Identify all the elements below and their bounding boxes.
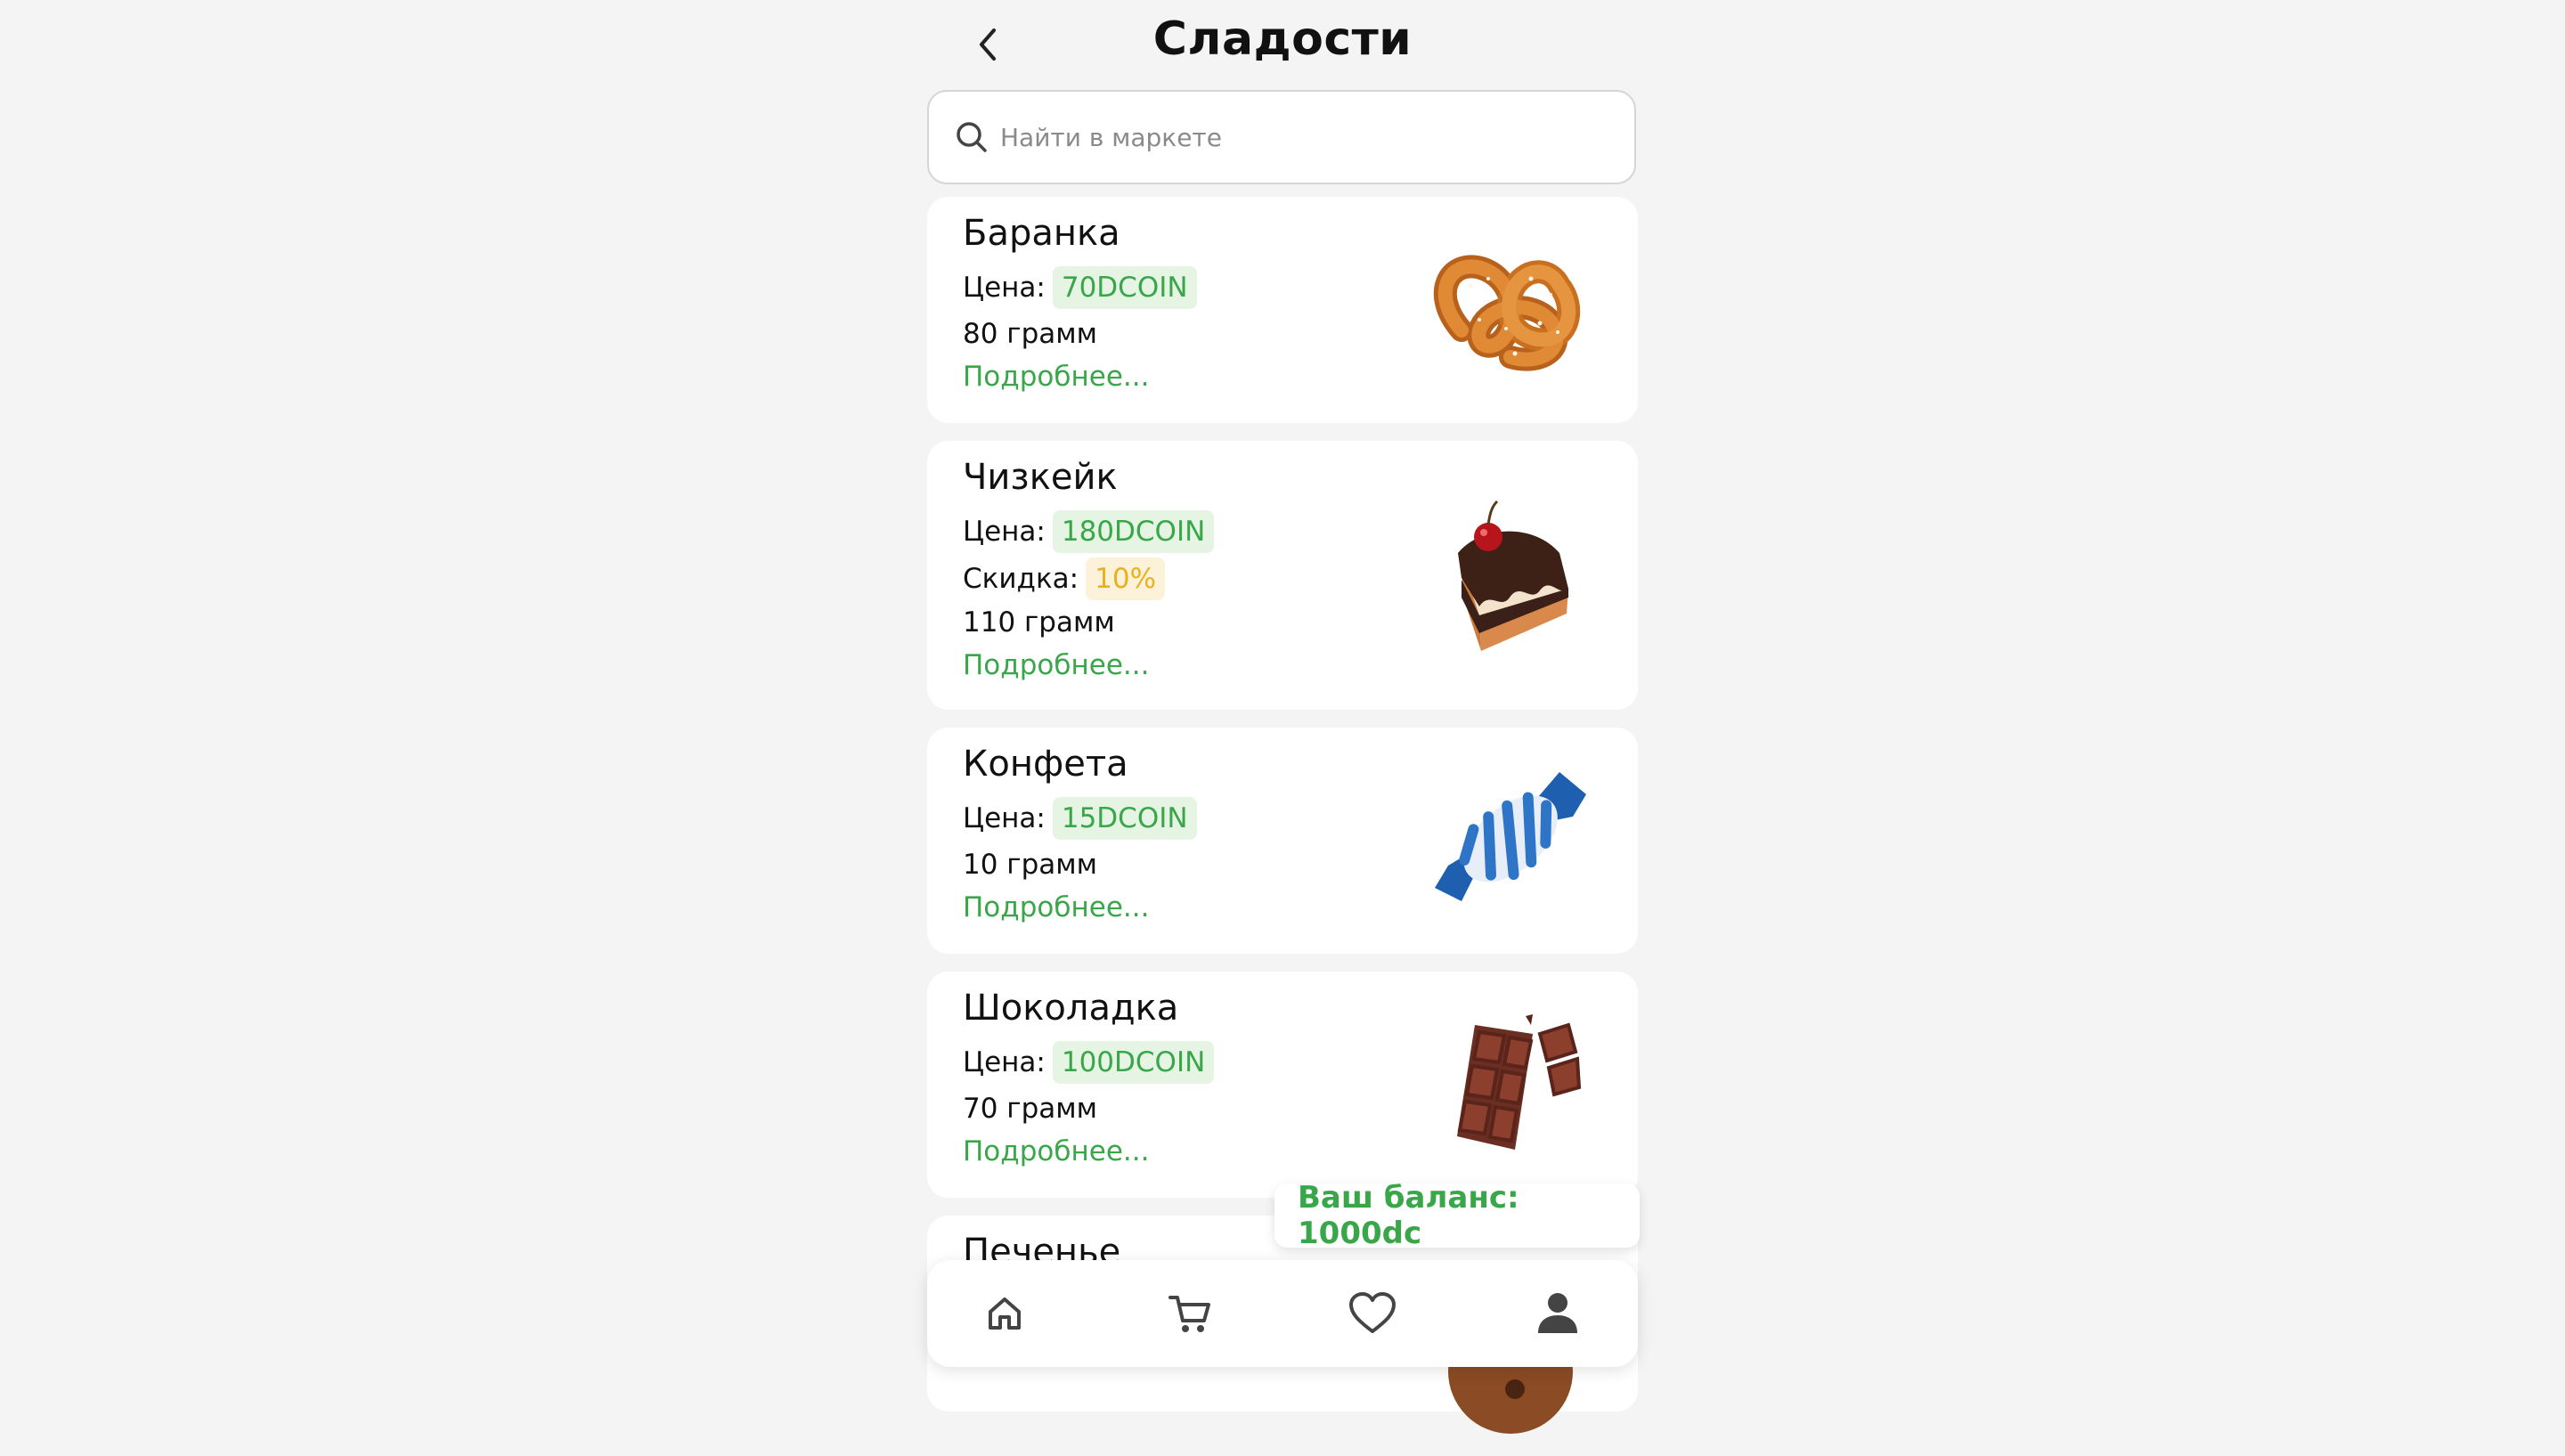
product-card[interactable]: Баранка Цена: 70DCOIN 80 грамм Подробнее… bbox=[927, 197, 1638, 423]
price-row: Цена: 70DCOIN bbox=[963, 266, 1197, 309]
product-card[interactable]: Конфета Цена: 15DCOIN 10 грамм Подробнее… bbox=[927, 728, 1638, 954]
heart-icon bbox=[1349, 1292, 1396, 1333]
cheesecake-image bbox=[1458, 500, 1568, 651]
price-label: Цена: bbox=[963, 802, 1046, 834]
tab-cart[interactable] bbox=[1163, 1287, 1217, 1340]
product-card[interactable]: Чизкейк Цена: 180DCOIN Скидка: 10% 110 г… bbox=[927, 441, 1638, 710]
chocolate-image bbox=[1457, 1014, 1582, 1150]
more-link[interactable]: Подробнее... bbox=[963, 1135, 1149, 1167]
cart-icon bbox=[1168, 1296, 1210, 1332]
pretzel-image bbox=[1433, 255, 1581, 371]
price-row: Цена: 15DCOIN bbox=[963, 797, 1197, 840]
product-card[interactable]: Шоколадка Цена: 100DCOIN 70 грамм Подроб… bbox=[927, 972, 1638, 1198]
balance-text: Ваш баланс: 1000dc bbox=[1298, 1180, 1519, 1251]
home-icon bbox=[989, 1297, 1021, 1330]
discount-badge: 10% bbox=[1086, 557, 1166, 600]
app-screen: Сладости Баранка Цена: 70DCOIN 80 грамм … bbox=[925, 0, 1640, 1434]
product-name: Баранка bbox=[963, 213, 1120, 254]
search-bar[interactable] bbox=[927, 90, 1636, 184]
price-row: Цена: 100DCOIN bbox=[963, 1041, 1215, 1084]
profile-icon bbox=[1538, 1293, 1577, 1333]
candy-image bbox=[1435, 772, 1586, 901]
product-name: Шоколадка bbox=[963, 988, 1179, 1029]
price-badge: 100DCOIN bbox=[1052, 1041, 1215, 1084]
header: Сладости bbox=[925, 0, 1640, 89]
discount-row: Скидка: 10% bbox=[963, 557, 1166, 600]
discount-label: Скидка: bbox=[963, 563, 1079, 595]
balance-badge: Ваш баланс: 1000dc bbox=[1274, 1180, 1640, 1251]
price-badge: 180DCOIN bbox=[1052, 510, 1215, 553]
price-row: Цена: 180DCOIN bbox=[963, 510, 1215, 553]
weight-text: 70 грамм bbox=[963, 1093, 1098, 1125]
search-icon bbox=[957, 122, 987, 152]
price-label: Цена: bbox=[963, 516, 1046, 548]
price-label: Цена: bbox=[963, 1046, 1046, 1078]
page-title: Сладости bbox=[1152, 12, 1413, 66]
more-link[interactable]: Подробнее... bbox=[963, 891, 1149, 923]
tab-home[interactable] bbox=[978, 1287, 1031, 1340]
product-name: Конфета bbox=[963, 744, 1128, 785]
weight-text: 10 грамм bbox=[963, 849, 1098, 881]
bottom-tab-bar bbox=[927, 1260, 1638, 1367]
weight-text: 110 грамм bbox=[963, 606, 1115, 639]
tab-favorites[interactable] bbox=[1346, 1287, 1399, 1340]
weight-text: 80 грамм bbox=[963, 318, 1098, 350]
more-link[interactable]: Подробнее... bbox=[963, 649, 1149, 681]
price-label: Цена: bbox=[963, 272, 1046, 304]
tab-profile[interactable] bbox=[1531, 1287, 1584, 1340]
price-badge: 15DCOIN bbox=[1052, 797, 1197, 840]
price-badge: 70DCOIN bbox=[1052, 266, 1197, 309]
product-name: Чизкейк bbox=[963, 457, 1118, 498]
search-input[interactable] bbox=[998, 121, 1581, 153]
more-link[interactable]: Подробнее... bbox=[963, 361, 1149, 393]
